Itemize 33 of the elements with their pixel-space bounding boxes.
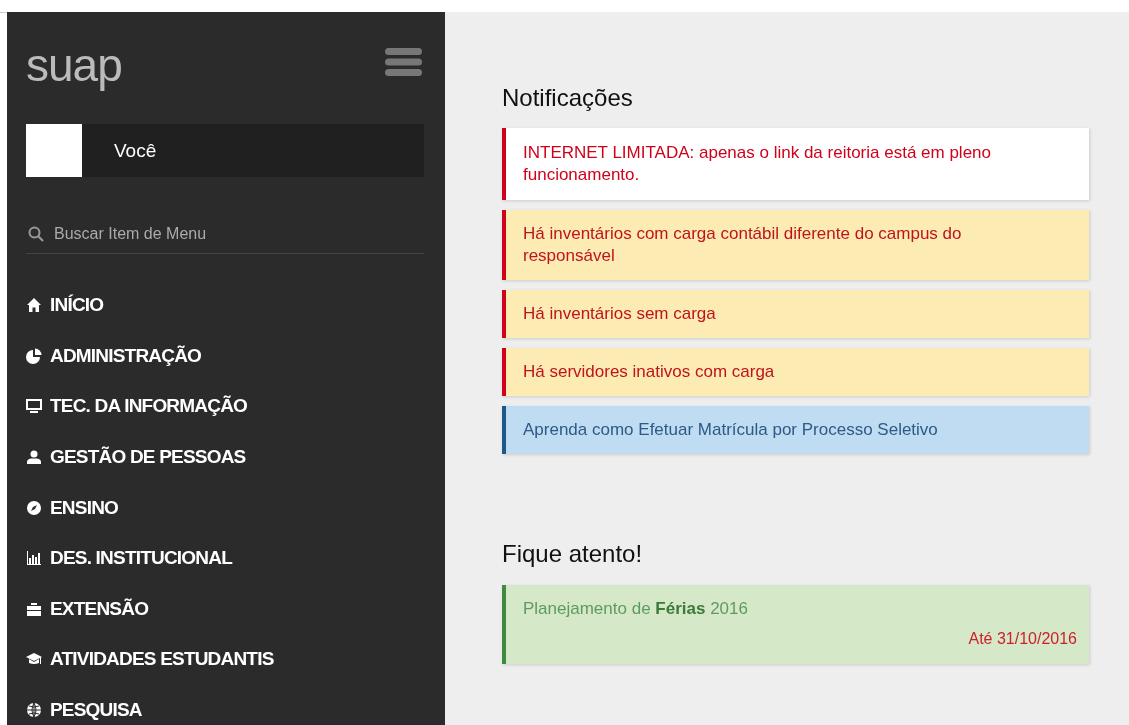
bar-chart-icon	[26, 550, 42, 567]
menu-item[interactable]: PESQUISA	[26, 684, 424, 725]
briefcase-icon	[26, 600, 42, 617]
logo[interactable]: suap	[26, 40, 122, 90]
user-panel[interactable]: Você	[26, 124, 424, 177]
menu-item[interactable]: DES. INSTITUCIONAL	[26, 532, 424, 584]
section-title: Fique atento!	[502, 540, 644, 568]
notification[interactable]: Aprenda como Efetuar Matrícula por Processo Seletivo	[502, 406, 1089, 454]
compass-icon	[26, 499, 42, 516]
monitor-icon	[26, 398, 42, 415]
search-field[interactable]: Buscar Item de Menu	[54, 225, 424, 243]
notification[interactable]: Há inventários sem carga	[502, 290, 1089, 338]
notification[interactable]: INTERNET LIMITADA: apenas o link da reitoria está em pleno funcionamento.	[502, 128, 1089, 200]
pie-chart-icon	[26, 347, 42, 364]
deadline: Até 31/10/2016	[968, 629, 1077, 649]
menu-item[interactable]: ADMINISTRAÇÃO	[26, 330, 424, 382]
menu-item[interactable]: INÍCIO	[26, 280, 424, 331]
search-icon	[28, 226, 44, 242]
menu-item[interactable]: ENSINO	[26, 482, 424, 533]
notification[interactable]: Há servidores inativos com carga	[502, 348, 1089, 396]
menu-item[interactable]: EXTENSÃO	[26, 583, 424, 635]
section-title: Notificações	[502, 84, 634, 112]
notification[interactable]: Há inventários com carga contábil diferente do campus do responsável	[502, 210, 1089, 280]
user-name: Você	[114, 139, 157, 162]
menu-item[interactable]: ATIVIDADES ESTUDANTIS	[26, 634, 424, 685]
home-icon	[26, 297, 42, 314]
notice-text[interactable]: Planejamento de Férias 2016	[523, 598, 1073, 620]
globe-icon	[26, 702, 42, 719]
menu-item[interactable]: TEC. DA INFORMAÇÃO	[26, 381, 424, 432]
person-icon	[26, 449, 42, 466]
menu-icon[interactable]	[385, 48, 422, 76]
avatar	[26, 124, 82, 177]
menu-item[interactable]: GESTÃO DE PESSOAS	[26, 431, 424, 483]
